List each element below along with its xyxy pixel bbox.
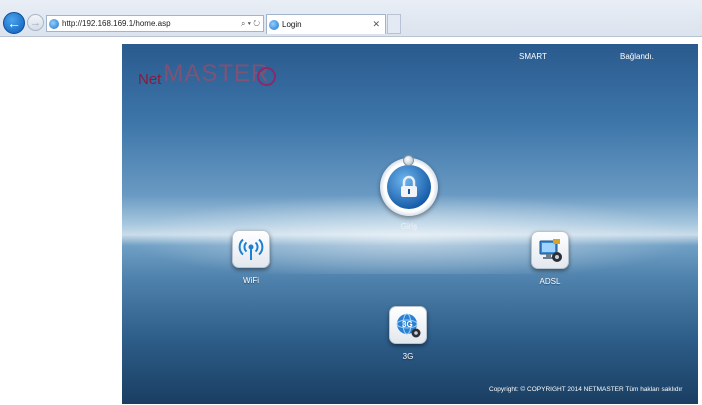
browser-toolbar: ← → http://192.168.169.1/home.asp ⌕ ▾ ↻ … xyxy=(0,0,702,37)
svg-text:3G: 3G xyxy=(402,320,413,329)
new-tab-button[interactable] xyxy=(387,14,401,34)
login-button[interactable]: Giriş xyxy=(380,155,438,231)
logo-main: MASTER xyxy=(163,60,270,87)
network-computer-icon[interactable] xyxy=(531,231,569,269)
url-text[interactable]: http://192.168.169.1/home.asp xyxy=(62,19,241,28)
logo-ring-icon xyxy=(257,67,277,86)
adsl-label: ADSL xyxy=(539,277,561,286)
g3-button[interactable]: 3G 3G xyxy=(389,306,427,361)
ie-page-icon xyxy=(49,18,59,29)
tab-label: Login xyxy=(282,20,302,29)
padlock-icon[interactable] xyxy=(380,158,438,216)
lock-knob xyxy=(403,155,414,166)
logo-prefix: Net xyxy=(138,71,162,88)
back-arrow-icon[interactable]: ← xyxy=(3,12,25,34)
smart-mode-link[interactable]: SMART xyxy=(519,52,547,61)
wifi-antenna-icon[interactable] xyxy=(232,230,270,268)
connection-status: Bağlandı. xyxy=(620,52,654,61)
router-home-page: Net MASTER SMART Bağlandı. Giriş WiFi AD… xyxy=(122,44,698,404)
netmaster-logo: Net MASTER xyxy=(138,58,277,88)
wifi-label: WiFi xyxy=(243,276,259,285)
address-bar[interactable]: http://192.168.169.1/home.asp ⌕ ▾ ↻ xyxy=(46,15,264,32)
ie-tab-icon xyxy=(269,19,279,30)
tab-login[interactable]: Login ✕ xyxy=(266,14,386,34)
adsl-button[interactable]: ADSL xyxy=(531,231,569,286)
search-refresh-icons[interactable]: ⌕ ▾ ↻ xyxy=(241,19,263,29)
globe-3g-icon[interactable]: 3G xyxy=(389,306,427,344)
g3-label: 3G xyxy=(402,352,414,361)
login-label: Giriş xyxy=(400,222,418,231)
forward-arrow-icon[interactable]: → xyxy=(27,14,44,31)
wifi-button[interactable]: WiFi xyxy=(232,230,270,285)
copyright-text: Copyright: © COPYRIGHT 2014 NETMASTER Tü… xyxy=(489,386,683,393)
close-tab-icon[interactable]: ✕ xyxy=(372,19,385,30)
